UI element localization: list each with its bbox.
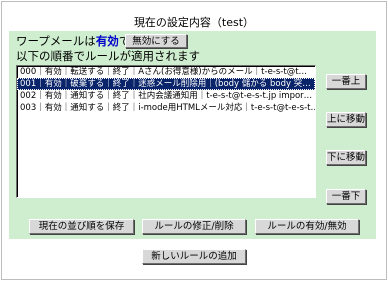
move-up-button[interactable]: 上に移動 bbox=[326, 112, 366, 127]
status-state: 有効 bbox=[95, 34, 119, 48]
toggle-rule-button[interactable]: ルールの有効/無効 bbox=[255, 219, 359, 234]
save-order-button[interactable]: 現在の並び順を保存 bbox=[29, 219, 134, 234]
order-note: 以下の順番でルールが適用されます bbox=[16, 49, 200, 63]
edit-delete-rule-button[interactable]: ルールの修正/削除 bbox=[142, 219, 246, 234]
page-title: 現在の設定内容（test） bbox=[133, 16, 255, 29]
add-rule-button[interactable]: 新しいルールの追加 bbox=[142, 249, 246, 264]
rule-row[interactable]: 000｜有効｜転送する｜終了｜Aさん(お得意様)からのメール｜t-e-s-t@t… bbox=[17, 66, 315, 78]
status-prefix: ワープメールは bbox=[16, 34, 96, 48]
mail-status: ワープメールは有効です bbox=[16, 34, 142, 48]
move-top-button[interactable]: 一番上 bbox=[326, 74, 366, 89]
rule-row[interactable]: 003｜有効｜通知する｜終了｜i-mode用HTMLメール対応｜t-e-s-t@… bbox=[17, 102, 315, 114]
move-down-button[interactable]: 下に移動 bbox=[326, 150, 366, 165]
rule-row-selected[interactable]: 001｜有効｜破棄する｜終了｜迷惑メール削除用｜(body 儲かる body 突… bbox=[17, 78, 315, 90]
rule-list[interactable]: 000｜有効｜転送する｜終了｜Aさん(お得意様)からのメール｜t-e-s-t@t… bbox=[16, 65, 316, 198]
disable-button[interactable]: 無効にする bbox=[125, 34, 187, 48]
rule-row[interactable]: 002｜有効｜通知する｜終了｜社内会議通知用｜t-e-s-t@t-e-s-t.j… bbox=[17, 90, 315, 102]
move-bottom-button[interactable]: 一番下 bbox=[326, 189, 366, 204]
